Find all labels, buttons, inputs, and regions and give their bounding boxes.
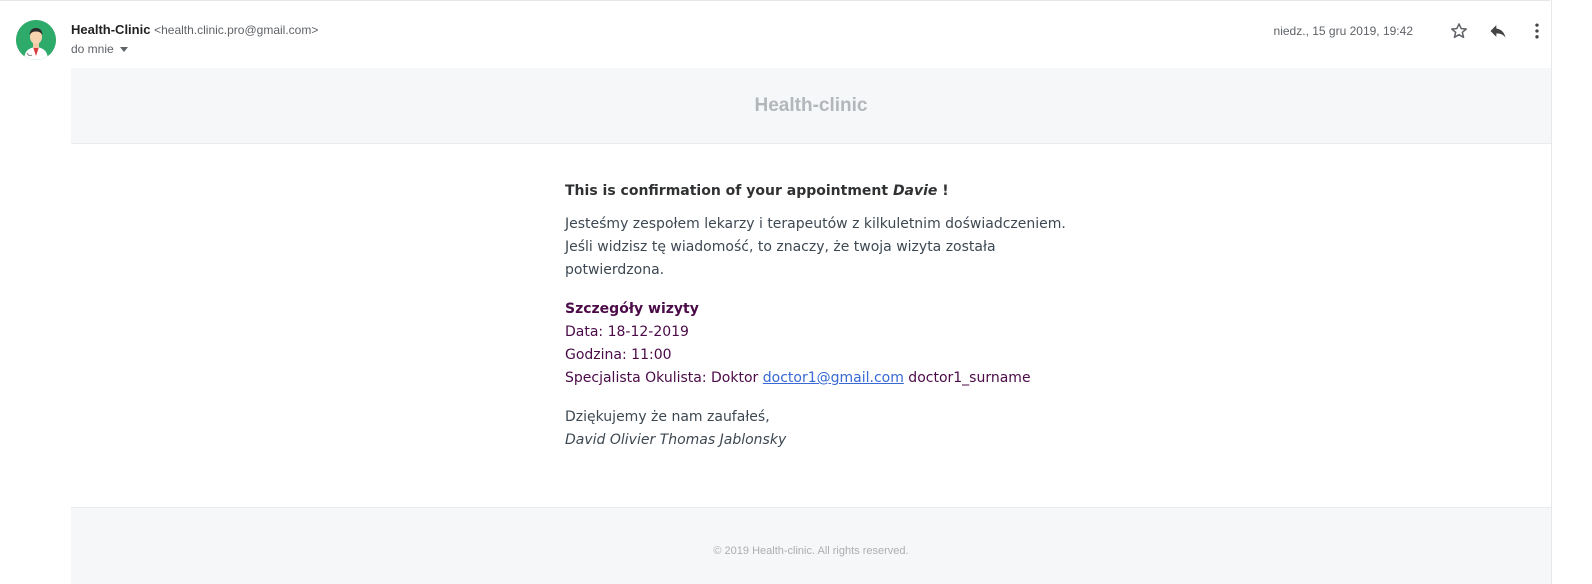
doctor-avatar-icon[interactable] [16,20,56,60]
doctor-surname: doctor1_surname [903,370,1031,386]
signature: David Olivier Thomas Jablonsky [565,432,787,448]
appointment-time: Godzina: 11:00 [565,347,672,363]
thanks-text: Dziękujemy że nam zaufałeś, [565,409,770,425]
chevron-down-icon[interactable] [119,46,128,52]
recipient-name: Davie [892,183,938,199]
brand-link[interactable]: Health-clinic [755,95,868,117]
sender-name[interactable]: Health-Clinic [71,22,150,37]
message-date: niedz., 15 gru 2019, 19:42 [1273,24,1413,38]
appointment-details: Szczegóły wizyty Data: 18-12-2019 Godzin… [565,298,1085,390]
email-brand-header: Health-clinic [71,68,1551,144]
email-view: Health-Clinic <health.clinic.pro@gmail.c… [0,0,1592,584]
footer-copyright: © 2019 Health-clinic. All rights reserve… [713,545,909,557]
sender-info: Health-Clinic <health.clinic.pro@gmail.c… [71,21,318,57]
top-divider [0,0,1550,1]
details-title: Szczegóły wizyty [565,301,699,317]
email-footer: © 2019 Health-clinic. All rights reserve… [71,507,1551,584]
recipient-label: do mnie [71,42,114,56]
email-headline: This is confirmation of your appointment… [565,180,1085,203]
headline-end: ! [937,183,949,199]
email-content: This is confirmation of your appointment… [565,180,1085,452]
message-actions: niedz., 15 gru 2019, 19:42 [1274,20,1548,42]
appointment-specialist: Specjalista Okulista: Doktor doctor1@gma… [565,367,1085,390]
headline-text: This is confirmation of your appointment [565,183,893,199]
scrollbar-track[interactable] [1551,0,1552,584]
star-icon[interactable] [1448,20,1470,42]
specialist-prefix: Specjalista Okulista: Doktor [565,370,763,386]
email-intro: Jesteśmy zespołem lekarzy i terapeutów z… [565,216,1066,278]
more-vert-icon[interactable] [1526,20,1548,42]
appointment-date: Data: 18-12-2019 [565,324,689,340]
doctor-email-link[interactable]: doctor1@gmail.com [763,370,904,386]
recipient-details-toggle[interactable]: do mnie [71,41,318,57]
reply-icon[interactable] [1487,20,1509,42]
sender-email[interactable]: <health.clinic.pro@gmail.com> [154,23,318,37]
